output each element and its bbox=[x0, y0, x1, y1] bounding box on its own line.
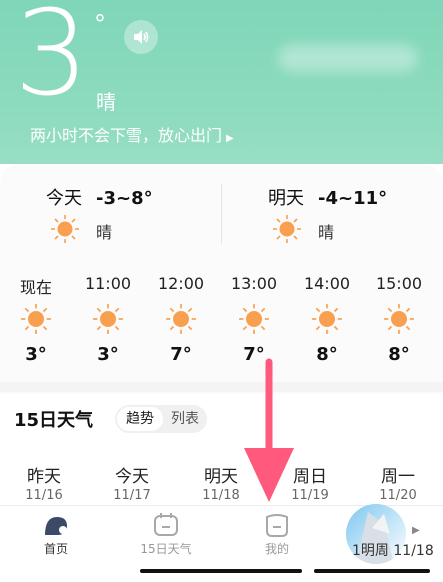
today-label: 今天 bbox=[46, 188, 82, 209]
hour-time: 11:00 bbox=[84, 274, 132, 293]
hour-time: 14:00 bbox=[303, 274, 351, 293]
alert-text: 两小时不会下雪，放心出门 bbox=[30, 126, 223, 145]
forecast-day-name[interactable]: 昨天 bbox=[9, 462, 79, 487]
current-condition: 晴 bbox=[96, 90, 116, 114]
sun-icon bbox=[273, 215, 301, 243]
today-range: -3~8° bbox=[96, 188, 153, 209]
hour-time: 12:00 bbox=[157, 274, 205, 293]
divider bbox=[221, 184, 222, 244]
forecast-day-date: 11/17 bbox=[113, 488, 151, 503]
speaker-icon bbox=[134, 30, 149, 44]
nav-15day[interactable]: 15日天气 bbox=[126, 540, 206, 557]
sun-icon bbox=[166, 304, 196, 334]
section-divider bbox=[0, 382, 443, 392]
hour-temp: 7° bbox=[170, 344, 192, 365]
today-summary[interactable]: 今天 -3~8° bbox=[46, 184, 153, 210]
calendar-face-icon bbox=[154, 513, 178, 536]
alert-arrow-icon: ▶ bbox=[226, 133, 234, 144]
today-condition: 晴 bbox=[96, 223, 113, 242]
home-indicator bbox=[314, 569, 430, 573]
sun-icon bbox=[51, 215, 79, 243]
precipitation-alert[interactable]: 两小时不会下雪，放心出门 ▶ bbox=[30, 122, 234, 146]
home-icon bbox=[45, 517, 67, 535]
hour-time: 现在 bbox=[19, 278, 52, 297]
tab-list[interactable]: 列表 bbox=[163, 407, 207, 431]
view-toggle: 趋势 列表 bbox=[115, 405, 207, 433]
hour-temp: 8° bbox=[316, 344, 338, 365]
tomorrow-range: -4~11° bbox=[318, 188, 388, 209]
sun-icon bbox=[21, 304, 51, 334]
current-temperature: 3 bbox=[14, 0, 90, 122]
nav-home[interactable]: 首页 bbox=[16, 540, 96, 557]
sun-icon bbox=[312, 304, 342, 334]
tomorrow-condition: 晴 bbox=[318, 223, 335, 242]
forecast-day-name[interactable]: 周一 bbox=[363, 462, 433, 487]
hour-time: 13:00 bbox=[230, 274, 278, 293]
location-blurred bbox=[278, 44, 418, 72]
forecast-day-date: 11/20 bbox=[379, 488, 417, 503]
promo-date: 11/18 bbox=[393, 543, 434, 559]
promo-text: 1明周 11/18 bbox=[352, 540, 434, 560]
hour-temp: 3° bbox=[25, 344, 47, 365]
forecast-day-date: 11/16 bbox=[25, 488, 63, 503]
chevron-right-icon: ▶ bbox=[412, 525, 420, 536]
tomorrow-summary[interactable]: 明天 -4~11° bbox=[268, 184, 387, 210]
forecast-day-date: 11/18 bbox=[202, 488, 240, 503]
nav-mine[interactable]: 我的 bbox=[237, 540, 317, 557]
forecast15-title: 15日天气 bbox=[14, 410, 94, 431]
tomorrow-label: 明天 bbox=[268, 188, 304, 209]
sun-icon bbox=[239, 304, 269, 334]
tab-trend[interactable]: 趋势 bbox=[117, 407, 163, 431]
sun-icon bbox=[93, 304, 123, 334]
hour-temp: 3° bbox=[97, 344, 119, 365]
forecast-day-date: 11/19 bbox=[291, 488, 329, 503]
hour-temp: 8° bbox=[388, 344, 410, 365]
forecast-day-name[interactable]: 明天 bbox=[186, 462, 256, 487]
home-indicator bbox=[140, 569, 302, 573]
forecast-day-name[interactable]: 周日 bbox=[275, 462, 345, 487]
forecast-day-name[interactable]: 今天 bbox=[97, 462, 167, 487]
promo-label: 1明周 bbox=[352, 543, 389, 559]
hour-temp: 7° bbox=[243, 344, 265, 365]
profile-icon bbox=[266, 514, 288, 537]
sun-icon bbox=[384, 304, 414, 334]
degree-symbol: ° bbox=[94, 10, 106, 38]
voice-broadcast-button[interactable] bbox=[124, 20, 158, 54]
hour-time: 15:00 bbox=[375, 274, 423, 293]
